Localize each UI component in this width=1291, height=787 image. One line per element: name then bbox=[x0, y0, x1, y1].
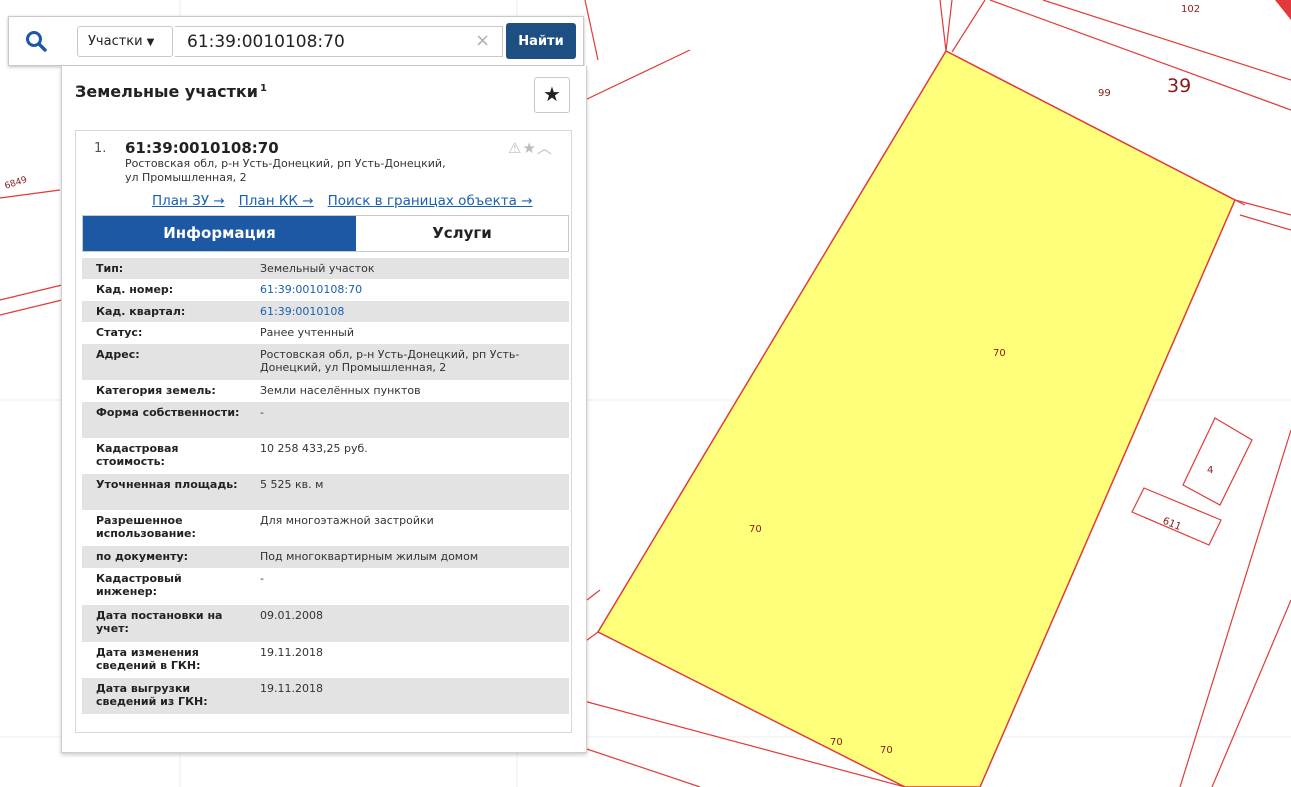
warning-icon[interactable]: ⚠ bbox=[508, 139, 522, 157]
field-label: Дата выгрузки сведений из ГКН: bbox=[96, 682, 208, 708]
field-label: по документу: bbox=[96, 550, 189, 563]
map-label-611: 611 bbox=[1161, 516, 1183, 533]
info-row-cadastral-value: Кадастровая стоимость: 10 258 433,25 руб… bbox=[82, 438, 569, 474]
field-label: Дата постановки на учет: bbox=[96, 609, 223, 635]
panel-title: Земельные участки 1 bbox=[75, 82, 267, 101]
results-panel: Земельные участки 1 ★ 1. 61:39:0010108:70… bbox=[61, 66, 587, 753]
field-label: Категория земель: bbox=[96, 384, 216, 397]
field-value: 09.01.2008 bbox=[260, 609, 323, 622]
field-value: Земельный участок bbox=[260, 262, 375, 275]
info-row-status: Статус: Ранее учтенный bbox=[82, 322, 569, 344]
map-edge-marker bbox=[1275, 0, 1291, 20]
field-value: - bbox=[260, 572, 264, 585]
field-label: Уточненная площадь: bbox=[96, 478, 238, 491]
field-label: Форма собственности: bbox=[96, 406, 240, 419]
map-label-39: 39 bbox=[1167, 75, 1191, 97]
clear-icon[interactable]: × bbox=[475, 29, 490, 53]
search-bar: Участки▼ × Найти bbox=[8, 16, 584, 66]
info-row-cadastral-quarter: Кад. квартал: 61:39:0010108 bbox=[82, 301, 569, 322]
panel-title-text: Земельные участки bbox=[75, 82, 258, 101]
info-row-ownership: Форма собственности: - bbox=[82, 402, 569, 438]
item-cadastral-number[interactable]: 61:39:0010108:70 bbox=[125, 139, 279, 157]
link-search-in-bounds[interactable]: Поиск в границах объекта → bbox=[328, 193, 533, 209]
info-row-change-date: Дата изменения сведений в ГКН: 19.11.201… bbox=[82, 642, 569, 678]
item-number: 1. bbox=[94, 141, 107, 156]
field-value: Ранее учтенный bbox=[260, 326, 354, 339]
info-row-type: Тип: Земельный участок bbox=[82, 258, 569, 279]
field-value-link[interactable]: 61:39:0010108:70 bbox=[260, 283, 565, 296]
info-row-cadastral-number: Кад. номер: 61:39:0010108:70 bbox=[82, 279, 569, 301]
link-plan-zu[interactable]: План ЗУ → bbox=[152, 193, 225, 209]
search-input[interactable] bbox=[175, 26, 503, 57]
info-row-land-category: Категория земель: Земли населённых пункт… bbox=[82, 380, 569, 402]
info-row-registration-date: Дата постановки на учет: 09.01.2008 bbox=[82, 605, 569, 642]
item-address: Ростовская обл, р-н Усть-Донецкий, рп Ус… bbox=[125, 157, 446, 184]
info-row-engineer: Кадастровый инженер: - bbox=[82, 568, 569, 605]
result-card: 1. 61:39:0010108:70 Ростовская обл, р-н … bbox=[75, 130, 572, 733]
field-value: 5 525 кв. м bbox=[260, 478, 324, 491]
field-label: Дата изменения сведений в ГКН: bbox=[96, 646, 201, 672]
tab-information[interactable]: Информация bbox=[83, 216, 356, 251]
field-value: Земли населённых пунктов bbox=[260, 384, 421, 397]
field-value: Для многоэтажной застройки bbox=[260, 514, 434, 527]
info-table: Тип: Земельный участок Кад. номер: 61:39… bbox=[82, 258, 569, 714]
find-button[interactable]: Найти bbox=[506, 23, 576, 59]
info-row-address: Адрес: Ростовская обл, р-н Усть-Донецкий… bbox=[82, 344, 569, 380]
field-label: Кад. номер: bbox=[96, 283, 174, 296]
map-label-102: 102 bbox=[1181, 4, 1200, 15]
info-row-area: Уточненная площадь: 5 525 кв. м bbox=[82, 474, 569, 510]
field-label: Разрешенное использование: bbox=[96, 514, 196, 540]
field-label: Адрес: bbox=[96, 348, 140, 361]
card-tabs: Информация Услуги bbox=[82, 215, 569, 252]
field-value: 19.11.2018 bbox=[260, 682, 323, 695]
link-plan-kk[interactable]: План КК → bbox=[239, 193, 314, 209]
field-label: Статус: bbox=[96, 326, 143, 339]
info-row-export-date: Дата выгрузки сведений из ГКН: 19.11.201… bbox=[82, 678, 569, 714]
map-label-6849: 6849 bbox=[4, 175, 29, 192]
field-label: Кадастровая стоимость: bbox=[96, 442, 179, 468]
selected-parcel[interactable] bbox=[596, 50, 1236, 787]
field-value: Под многоквартирным жилым домом bbox=[260, 550, 479, 563]
search-type-label: Участки bbox=[88, 34, 143, 49]
chevron-up-icon[interactable]: ︿ bbox=[537, 139, 553, 157]
field-value: 19.11.2018 bbox=[260, 646, 323, 659]
map-label-70-bottom-left: 70 bbox=[830, 737, 843, 748]
favorites-button[interactable]: ★ bbox=[534, 77, 570, 113]
map-label-99: 99 bbox=[1098, 88, 1111, 99]
search-type-select[interactable]: Участки ▼ bbox=[77, 26, 173, 57]
chevron-down-icon: ▼ bbox=[146, 37, 155, 48]
card-links: План ЗУ → План КК → Поиск в границах объек… bbox=[152, 193, 547, 209]
search-icon[interactable] bbox=[25, 30, 47, 52]
field-label: Кад. квартал: bbox=[96, 305, 186, 318]
star-icon: ★ bbox=[543, 82, 561, 106]
field-value: 10 258 433,25 руб. bbox=[260, 442, 368, 455]
field-value: Ростовская обл, р-н Усть-Донецкий, рп Ус… bbox=[260, 348, 520, 374]
field-value-link[interactable]: 61:39:0010108 bbox=[260, 305, 565, 318]
tab-services[interactable]: Услуги bbox=[356, 216, 568, 251]
star-icon[interactable]: ★ bbox=[522, 139, 536, 157]
map-label-70-left: 70 bbox=[749, 524, 762, 535]
info-row-by-document: по документу: Под многоквартирным жилым … bbox=[82, 546, 569, 568]
field-label: Тип: bbox=[96, 262, 124, 275]
map-label-70-center: 70 bbox=[993, 348, 1006, 359]
card-actions: ⚠★︿ bbox=[508, 137, 553, 158]
results-count: 1 bbox=[259, 82, 267, 94]
field-value: - bbox=[260, 406, 264, 419]
map-label-70-bottom: 70 bbox=[880, 745, 893, 756]
map-label-4: 4 bbox=[1207, 465, 1213, 476]
field-label: Кадастровый инженер: bbox=[96, 572, 182, 598]
info-row-permitted-use: Разрешенное использование: Для многоэтаж… bbox=[82, 510, 569, 546]
